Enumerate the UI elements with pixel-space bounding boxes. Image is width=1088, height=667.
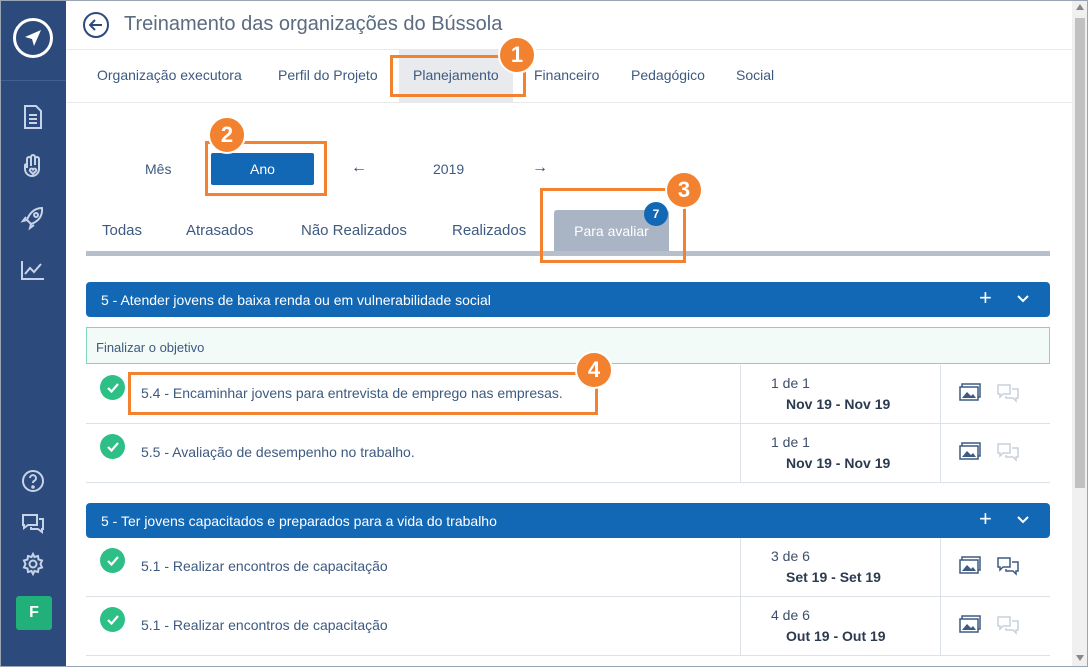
chat-icon[interactable] xyxy=(20,510,46,536)
document-icon[interactable] xyxy=(20,104,46,130)
comments-icon[interactable] xyxy=(996,615,1020,635)
check-circle-icon xyxy=(100,607,125,632)
period-month-button[interactable]: Mês xyxy=(145,161,171,177)
tab-organizacao-executora[interactable]: Organização executora xyxy=(97,67,242,83)
column-divider xyxy=(940,424,941,483)
annotation-box-3 xyxy=(540,188,686,263)
activity-count: 1 de 1 xyxy=(771,434,810,450)
help-icon[interactable] xyxy=(20,468,46,494)
objective-title: 5 - Atender jovens de baixa renda ou em … xyxy=(101,292,491,308)
sidebar: F xyxy=(0,0,66,667)
column-divider xyxy=(740,538,741,597)
scroll-down-icon[interactable] xyxy=(1076,655,1084,661)
filter-tab-todas[interactable]: Todas xyxy=(102,222,142,239)
objective-header[interactable]: 5 - Atender jovens de baixa renda ou em … xyxy=(86,282,1050,317)
image-gallery-icon[interactable] xyxy=(959,442,981,460)
table-row: 5.5 - Avaliação de desempenho no trabalh… xyxy=(86,424,1050,483)
app-logo-icon[interactable] xyxy=(13,18,53,58)
filter-tab-atrasados[interactable]: Atrasados xyxy=(186,222,254,239)
scrollbar[interactable] xyxy=(1072,0,1088,667)
page-header: Treinamento das organizações do Bússola xyxy=(66,0,1072,50)
activity-link[interactable]: 5.1 - Realizar encontros de capacitação xyxy=(141,617,388,633)
column-divider xyxy=(740,424,741,483)
scroll-thumb[interactable] xyxy=(1075,18,1085,488)
activity-count: 1 de 1 xyxy=(771,375,810,391)
activity-date: Nov 19 - Nov 19 xyxy=(786,455,891,471)
scroll-up-icon[interactable] xyxy=(1076,4,1084,10)
tab-perfil-do-projeto[interactable]: Perfil do Projeto xyxy=(278,67,378,83)
chevron-down-icon[interactable] xyxy=(1016,513,1030,527)
filter-tab-nao-realizados[interactable]: Não Realizados xyxy=(301,222,407,239)
annotation-box-4 xyxy=(128,372,598,415)
column-divider xyxy=(940,597,941,656)
check-circle-icon xyxy=(100,434,125,459)
sidebar-divider xyxy=(0,80,66,81)
activity-link[interactable]: 5.1 - Realizar encontros de capacitação xyxy=(141,558,388,574)
activity-count: 4 de 6 xyxy=(771,607,810,623)
column-divider xyxy=(740,597,741,656)
objective-title: 5 - Ter jovens capacitados e preparados … xyxy=(101,513,497,529)
chart-line-icon[interactable] xyxy=(20,257,46,283)
annotation-number-2: 2 xyxy=(208,116,246,154)
activity-link[interactable]: 5.5 - Avaliação de desempenho no trabalh… xyxy=(141,444,415,460)
activity-date: Set 19 - Set 19 xyxy=(786,569,881,585)
rocket-icon[interactable] xyxy=(20,205,46,231)
back-button[interactable] xyxy=(83,12,109,38)
image-gallery-icon[interactable] xyxy=(959,556,981,574)
annotation-number-3: 3 xyxy=(665,171,703,209)
arrow-left-icon xyxy=(89,19,102,31)
image-gallery-icon[interactable] xyxy=(959,383,981,401)
activity-count: 3 de 6 xyxy=(771,548,810,564)
table-row: 5.1 - Realizar encontros de capacitação … xyxy=(86,538,1050,597)
activity-date: Out 19 - Out 19 xyxy=(786,628,886,644)
tab-financeiro[interactable]: Financeiro xyxy=(534,67,599,83)
annotation-number-4: 4 xyxy=(575,351,613,389)
column-divider xyxy=(740,365,741,424)
page-title: Treinamento das organizações do Bússola xyxy=(124,13,503,35)
gear-icon[interactable] xyxy=(20,551,46,577)
top-tabs: Organização executora Perfil do Projeto … xyxy=(66,50,1072,103)
comments-icon[interactable] xyxy=(996,383,1020,403)
chevron-down-icon[interactable] xyxy=(1016,292,1030,306)
table-row: 5.1 - Realizar encontros de capacitação … xyxy=(86,597,1050,656)
comments-icon[interactable] xyxy=(996,442,1020,462)
tab-pedagogico[interactable]: Pedagógico xyxy=(631,67,705,83)
add-icon[interactable]: + xyxy=(979,286,992,310)
filter-tab-realizados[interactable]: Realizados xyxy=(452,222,526,239)
finalize-objective-link[interactable]: Finalizar o objetivo xyxy=(86,327,1050,364)
column-divider xyxy=(940,365,941,424)
hand-heart-icon[interactable] xyxy=(20,154,46,180)
add-icon[interactable]: + xyxy=(979,507,992,531)
tab-social[interactable]: Social xyxy=(736,67,774,83)
year-value: 2019 xyxy=(433,161,465,177)
next-year-arrow-icon[interactable]: → xyxy=(532,159,548,177)
column-divider xyxy=(940,538,941,597)
comments-icon[interactable] xyxy=(996,556,1020,576)
annotation-number-1: 1 xyxy=(498,36,536,74)
avatar[interactable]: F xyxy=(16,596,52,630)
image-gallery-icon[interactable] xyxy=(959,615,981,633)
objective-header[interactable]: 5 - Ter jovens capacitados e preparados … xyxy=(86,503,1050,538)
check-circle-icon xyxy=(100,548,125,573)
prev-year-arrow-icon[interactable]: ← xyxy=(351,159,367,177)
check-circle-icon xyxy=(100,375,125,400)
activity-date: Nov 19 - Nov 19 xyxy=(786,396,891,412)
